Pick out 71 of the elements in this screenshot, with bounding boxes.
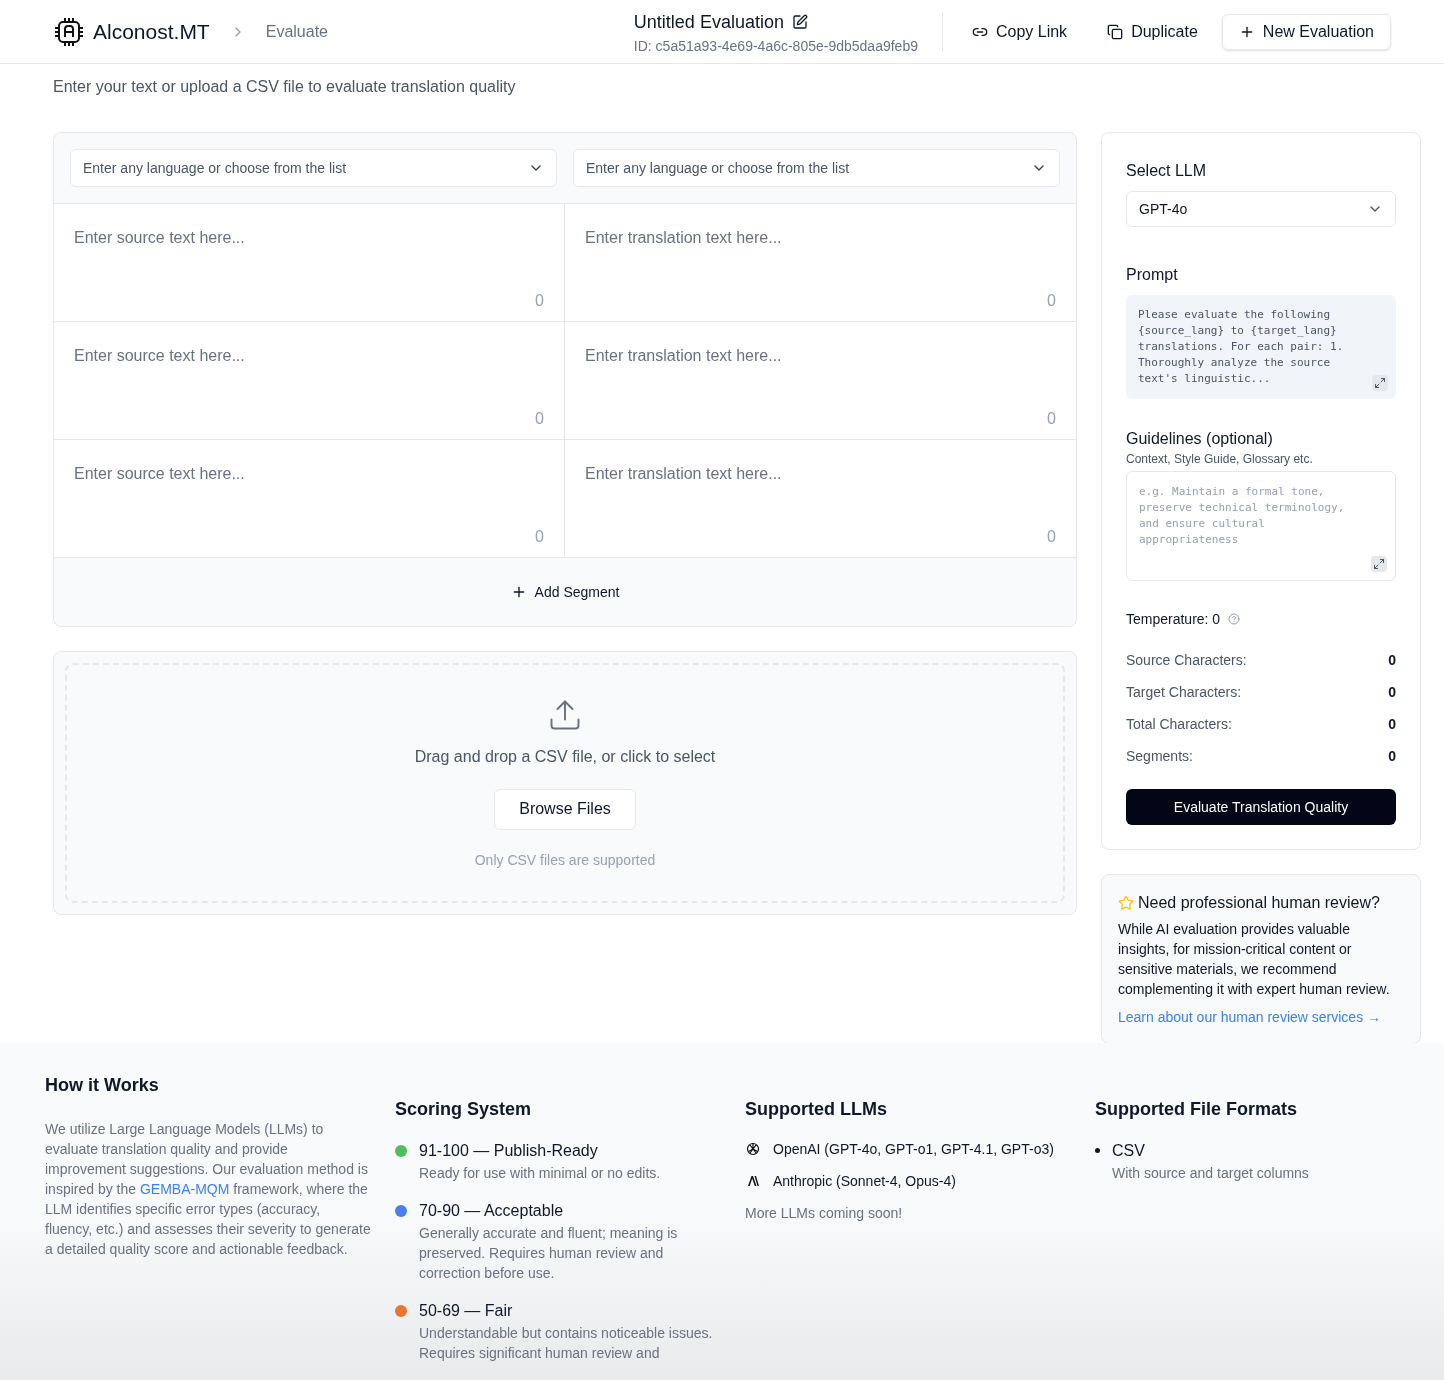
character-count: 0 [535, 409, 544, 429]
header-action-button[interactable]: Copy Link [955, 13, 1084, 50]
character-count: 0 [1047, 409, 1056, 429]
translation-text-field[interactable]: Enter translation text here... 0 [565, 440, 1076, 557]
drop-zone[interactable]: Drag and drop a CSV file, or click to select Browse Files Only CSV files are supported [65, 663, 1065, 903]
review-text: While AI evaluation provides valuable insights, for mission-critical content or sensitive materials, we recommend complementing it with expert human review. [1118, 920, 1391, 999]
temperature-label: Temperature: 0 [1126, 610, 1221, 629]
stat-label: Target Characters: [1126, 683, 1242, 702]
character-count: 0 [535, 527, 544, 547]
llm-name: OpenAI (GPT-4o, GPT-o1, GPT-4.1, GPT-o3) [773, 1140, 1054, 1159]
footer-heading: Supported LLMs [745, 1098, 888, 1121]
stat-value: 0 [1388, 747, 1396, 766]
stat-label: Source Characters: [1126, 651, 1247, 670]
section-label: Select LLM [1126, 161, 1208, 181]
copy-icon [1107, 23, 1124, 40]
gemba-mqm-link[interactable]: GEMBA-MQM [139, 1181, 230, 1197]
chip-logo-icon [53, 15, 85, 48]
expand-icon[interactable] [1371, 556, 1387, 572]
translation-text-field[interactable]: Enter translation text here... 0 [565, 322, 1076, 439]
new-evaluation-button[interactable]: New Evaluation [1221, 13, 1391, 50]
format-description: With source and target columns [1112, 1164, 1309, 1183]
edit-icon[interactable] [791, 13, 808, 30]
browse-files-button[interactable]: Browse Files [494, 788, 636, 830]
footer-heading: Supported File Formats [1095, 1098, 1299, 1121]
evaluate-button[interactable]: Evaluate Translation Quality [1126, 789, 1396, 825]
llm-select[interactable]: GPT-4o [1126, 191, 1396, 227]
expand-icon[interactable] [1372, 375, 1388, 391]
add-segment-button[interactable]: Add Segment [510, 582, 620, 602]
character-count: 0 [535, 291, 544, 311]
format-name: CSV [1112, 1141, 1146, 1161]
how-it-works-text: We utilize Large Language Models (LLMs) to evaluate translation quality and provide improvement suggestions. Our evaluation method is inspired by the GEMBA-MQM framework, where the LLM identifies specific error types (accuracy, fluency, etc.) and assesses their severity to generate a detailed quality score and actionable feedback. [45, 1120, 371, 1259]
llm-note: More LLMs coming soon! [745, 1204, 904, 1223]
bullet-icon [1095, 1148, 1100, 1153]
evaluation-id: ID: c5a51a93-4e69-4a6c-805e-9db5daa9feb9 [633, 36, 918, 56]
score-description: Ready for use with minimal or no edits. [419, 1164, 661, 1183]
character-count: 0 [1047, 527, 1056, 547]
stat-label: Total Characters: [1126, 715, 1232, 734]
score-range: 91-100 — Publish-Ready [419, 1141, 599, 1161]
language-select[interactable]: Enter any language or choose from the list [573, 149, 1060, 187]
source-text-field[interactable]: Enter source text here... 0 [54, 322, 565, 439]
page-subtitle: Enter your text or upload a CSV file to evaluate translation quality [53, 77, 517, 97]
drop-prompt: Drag and drop a CSV file, or click to select [414, 746, 716, 767]
stat-value: 0 [1388, 715, 1396, 734]
upload-note: Only CSV files are supported [474, 850, 656, 870]
score-description: Understandable but contains noticeable issues. Requires significant human review and [419, 1324, 714, 1363]
language-select[interactable]: Enter any language or choose from the list [70, 149, 557, 187]
star-icon [1118, 895, 1134, 911]
footer-heading: How it Works [45, 1074, 160, 1097]
header-action-button[interactable]: Duplicate [1091, 13, 1214, 50]
review-title: Need professional human review? [1138, 893, 1380, 913]
score-description: Generally accurate and fluent; meaning is preserved. Requires human review and correction before use. [419, 1224, 679, 1283]
guidelines-hint: Context, Style Guide, Glossary etc. [1126, 451, 1314, 467]
breadcrumb-item[interactable]: Evaluate [265, 19, 328, 44]
stat-value: 0 [1388, 683, 1396, 702]
section-label: Guidelines (optional) [1126, 429, 1274, 449]
section-label: Prompt [1126, 265, 1179, 285]
a-slash-logo-icon [745, 1173, 761, 1189]
stat-label: Segments: [1126, 747, 1193, 766]
stat-value: 0 [1388, 651, 1396, 670]
evaluation-title: Untitled Evaluation [633, 10, 784, 34]
prompt-box[interactable]: Please evaluate the following {source_lang} to {target_lang} translations. For each pair: 1. Thoroughly analyze the source text's linguistic... [1126, 295, 1396, 399]
source-text-field[interactable]: Enter source text here... 0 [54, 204, 565, 321]
translation-text-field[interactable]: Enter translation text here... 0 [565, 204, 1076, 321]
llm-name: Anthropic (Sonnet-4, Opus-4) [773, 1172, 956, 1191]
score-range: 70-90 — Acceptable [419, 1201, 565, 1221]
review-services-link[interactable]: Learn about our human review services → [1118, 1007, 1404, 1027]
brand-name[interactable]: Alconost.MT [93, 15, 210, 48]
score-range: 50-69 — Fair [419, 1301, 514, 1321]
source-text-field[interactable]: Enter source text here... 0 [54, 440, 565, 557]
footer-heading: Scoring System [395, 1098, 533, 1121]
character-count: 0 [1047, 291, 1056, 311]
